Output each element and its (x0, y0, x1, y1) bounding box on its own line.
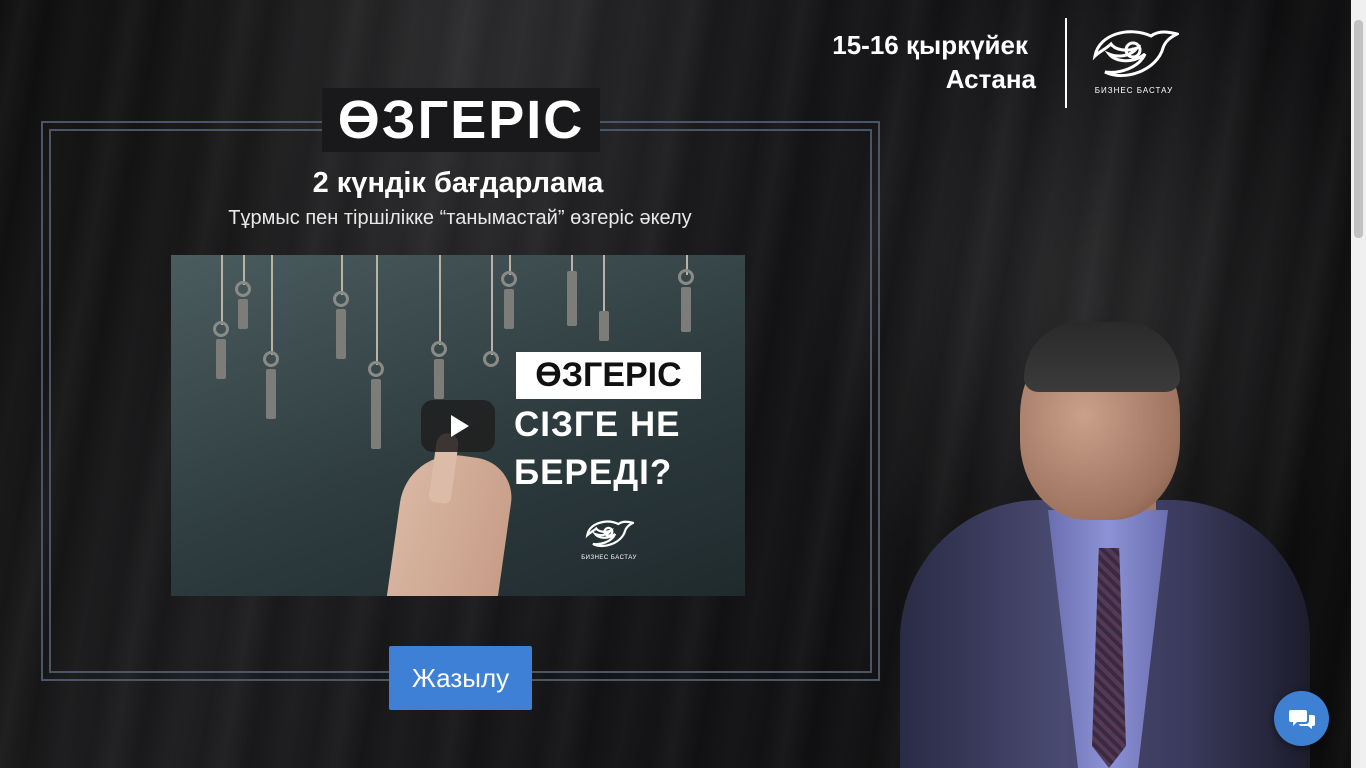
key-illustration (235, 281, 251, 297)
play-button[interactable] (421, 400, 495, 452)
video-headline-line1: СІЗГЕ НЕ (514, 405, 681, 444)
key-illustration (336, 309, 346, 359)
key-illustration (681, 287, 691, 332)
program-title: 2 күндік бағдарлама (312, 167, 604, 199)
key-illustration (504, 289, 514, 329)
play-icon (451, 415, 469, 437)
key-string (341, 255, 343, 295)
key-illustration (213, 321, 229, 337)
event-info: 15-16 қыркүйек Астана (832, 28, 1036, 96)
key-string (221, 255, 223, 325)
key-illustration (567, 271, 577, 326)
bird-logo-icon (585, 520, 637, 548)
header-divider (1065, 18, 1067, 108)
video-headline-line2: БЕРЕДІ? (514, 453, 673, 492)
program-subtitle: Тұрмыс пен тіршілікке “танымастай” өзгер… (228, 207, 692, 229)
key-illustration (216, 339, 226, 379)
brand-logo-text: БИЗНЕС БАСТАУ (1094, 86, 1174, 95)
chat-button[interactable] (1274, 691, 1329, 746)
key-string (603, 255, 605, 315)
page-title: ӨЗГЕРІС (337, 90, 585, 150)
brand-logo[interactable]: БИЗНЕС БАСТАУ (1088, 24, 1180, 102)
key-illustration (501, 271, 517, 287)
scrollbar-thumb[interactable] (1354, 20, 1363, 238)
key-illustration (431, 341, 447, 357)
event-date: 15-16 қыркүйек (832, 30, 1028, 60)
key-string (376, 255, 378, 365)
key-illustration (434, 359, 444, 399)
key-illustration (266, 369, 276, 419)
key-illustration (333, 291, 349, 307)
key-illustration (599, 311, 609, 341)
key-string (271, 255, 273, 355)
event-city: Астана (945, 64, 1036, 94)
video-logo-text: БИЗНЕС БАСТАУ (581, 555, 637, 561)
key-illustration (371, 379, 381, 449)
key-string (439, 255, 441, 345)
video-logo: БИЗНЕС БАСТАУ (579, 517, 639, 561)
key-illustration (263, 351, 279, 367)
page-scrollbar[interactable] (1351, 0, 1366, 768)
bird-logo-icon (1092, 30, 1179, 78)
key-string (491, 255, 493, 355)
speaker-photo (900, 300, 1310, 768)
key-illustration (678, 269, 694, 285)
key-illustration (368, 361, 384, 377)
key-illustration (483, 351, 499, 367)
speaker-hair (1024, 322, 1180, 392)
subscribe-button[interactable]: Жазылу (389, 646, 532, 710)
key-illustration (238, 299, 248, 329)
chat-icon (1288, 709, 1315, 729)
video-badge: ӨЗГЕРІС (516, 352, 701, 399)
video-player[interactable]: ӨЗГЕРІС СІЗГЕ НЕ БЕРЕДІ? БИЗНЕС БАСТАУ (171, 255, 745, 596)
page-title-wrap: ӨЗГЕРІС (322, 88, 600, 152)
